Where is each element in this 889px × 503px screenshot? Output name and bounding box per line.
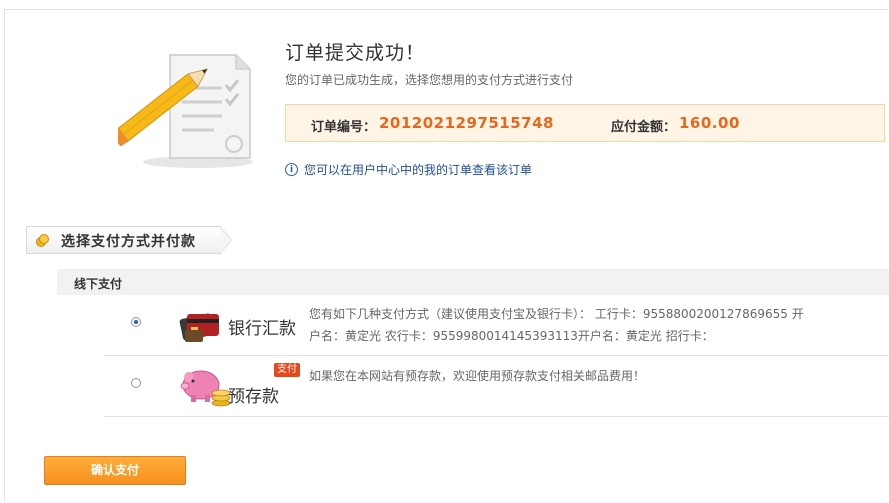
bank-transfer-desc-line1: 您有如下几种支付方式（建议使用支付宝及银行卡）： 工行卡：95588002001… [309, 307, 804, 321]
success-subtitle: 您的订单已成功生成，选择您想用的支付方式进行支付 [285, 73, 574, 87]
bank-transfer-desc-line2: 户名：黄定光 农行卡：9559980014145393113开户名：黄定光 招行… [309, 329, 714, 343]
page-title: 订单提交成功！ [285, 42, 426, 64]
bank-card-icon [179, 313, 219, 342]
tab-arrow-fill [220, 227, 231, 253]
piggy-bank-icon [180, 370, 231, 407]
bank-transfer-radio[interactable] [131, 317, 141, 327]
view-order-hint-text[interactable]: 您可以在用户中心中的我的订单查看该订单 [304, 161, 532, 178]
prepaid-description: 如果您在本网站有预存款，欢迎使用预存款支付相关邮品费用！ [309, 365, 645, 387]
coin-icon [36, 234, 49, 247]
pay-badge: 支付 [274, 363, 300, 377]
offline-payment-header: 线下支付 [57, 269, 889, 295]
prepaid-name: 预存款 [228, 387, 279, 407]
payment-option-bank-transfer[interactable]: 银行汇款 您有如下几种支付方式（建议使用支付宝及银行卡）： 工行卡：955880… [104, 296, 889, 356]
payment-section-tab: 选择支付方式并付款 [26, 226, 221, 254]
amount-due-label: 应付金额： [611, 120, 677, 135]
payment-section-title: 选择支付方式并付款 [61, 234, 196, 250]
view-order-hint[interactable]: i 您可以在用户中心中的我的订单查看该订单 [285, 161, 532, 178]
amount-due-value: 160.00 [679, 114, 740, 132]
bank-transfer-description: 您有如下几种支付方式（建议使用支付宝及银行卡）： 工行卡：95588002001… [309, 303, 809, 347]
confirm-payment-button[interactable]: 确认支付 [44, 456, 186, 485]
payment-option-prepaid[interactable]: 支付 预存款 如果您在本网站有预存款，欢迎使用预存款支付相关邮品费用！ [104, 357, 889, 417]
bank-transfer-name: 银行汇款 [228, 319, 296, 339]
order-number-value: 2012021297515748 [379, 114, 554, 132]
order-number-label: 订单编号： [311, 120, 377, 135]
order-success-illustration [118, 54, 253, 168]
info-icon: i [285, 163, 298, 176]
offline-payment-label: 线下支付 [74, 277, 123, 291]
prepaid-desc-line1: 如果您在本网站有预存款，欢迎使用预存款支付相关邮品费用！ [309, 369, 646, 383]
order-summary-box: 订单编号： 2012021297515748 应付金额： 160.00 [285, 104, 885, 142]
prepaid-radio[interactable] [131, 378, 141, 388]
